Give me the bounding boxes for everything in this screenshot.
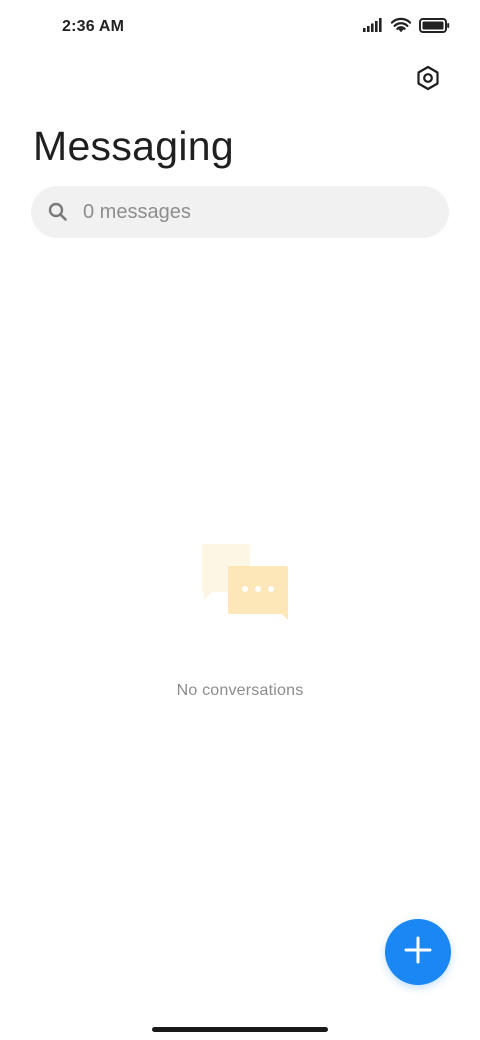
page-title: Messaging [33, 123, 234, 169]
battery-icon [419, 17, 450, 33]
wifi-icon [391, 17, 411, 33]
plus-icon [404, 936, 432, 969]
signal-icon [363, 18, 383, 32]
search-input[interactable] [83, 200, 413, 224]
empty-state-message: No conversations [176, 682, 304, 699]
messaging-screen: 2:36 AM Messaging 0 messages No conversa… [0, 0, 480, 1040]
status-bar: 2:36 AM [0, 0, 480, 56]
search-bar[interactable] [31, 186, 449, 238]
settings-icon [415, 65, 441, 96]
settings-button[interactable] [410, 62, 446, 98]
status-icons [363, 17, 450, 33]
empty-state: No conversations [0, 540, 480, 700]
chat-bubbles-icon [190, 540, 290, 630]
new-message-button[interactable] [385, 919, 451, 985]
status-time: 2:36 AM [62, 18, 125, 35]
search-icon [47, 201, 69, 223]
home-indicator[interactable] [152, 1027, 328, 1032]
